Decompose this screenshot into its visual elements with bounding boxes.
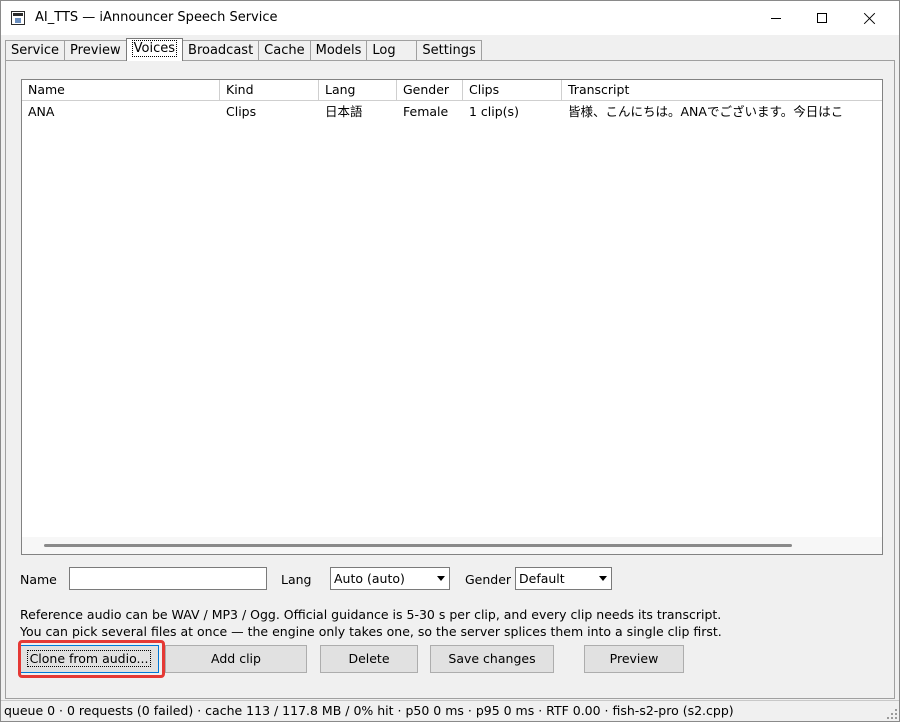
title-bar[interactable]: AI_TTS — iAnnouncer Speech Service <box>1 1 899 35</box>
gender-label: Gender <box>465 572 512 587</box>
column-header-transcript[interactable]: Transcript <box>562 80 882 100</box>
gender-select[interactable]: Default <box>515 567 612 590</box>
main-window: AI_TTS — iAnnouncer Speech Service Servi… <box>0 0 900 722</box>
app-window-icon <box>11 11 25 25</box>
tab-log[interactable]: Log <box>366 40 418 61</box>
chevron-down-icon <box>436 576 445 581</box>
tab-cache[interactable]: Cache <box>258 40 311 61</box>
chevron-down-icon <box>598 576 607 581</box>
status-bar: queue 0 · 0 requests (0 failed) · cache … <box>1 700 899 721</box>
window-title: AI_TTS — iAnnouncer Speech Service <box>35 10 278 25</box>
info-text-line2: You can pick several files at once — the… <box>20 624 722 639</box>
lang-select[interactable]: Auto (auto) <box>330 567 450 590</box>
maximize-button[interactable] <box>799 1 845 35</box>
resize-grip-icon[interactable] <box>885 707 897 719</box>
voice-gender-cell: Female <box>403 104 449 119</box>
tab-broadcast[interactable]: Broadcast <box>182 40 260 61</box>
info-text-line1: Reference audio can be WAV / MP3 / Ogg. … <box>20 607 722 622</box>
name-input[interactable] <box>69 567 267 590</box>
tab-voices[interactable]: Voices <box>125 38 184 61</box>
clone-from-audio-button[interactable]: Clone from audio... <box>19 645 159 673</box>
horizontal-scrollbar[interactable] <box>22 537 882 554</box>
save-changes-button[interactable]: Save changes <box>430 645 554 673</box>
close-icon <box>864 12 876 24</box>
tab-settings[interactable]: Settings <box>416 40 482 61</box>
lang-label: Lang <box>281 572 312 587</box>
tab-preview[interactable]: Preview <box>64 40 127 61</box>
preview-button[interactable]: Preview <box>584 645 684 673</box>
scrollbar-thumb[interactable] <box>44 544 792 547</box>
tab-models[interactable]: Models <box>309 40 368 61</box>
voice-clips-cell: 1 clip(s) <box>469 104 519 119</box>
add-clip-button[interactable]: Add clip <box>165 645 307 673</box>
list-header: Name Kind Lang Gender Clips Transcript <box>22 80 882 101</box>
voices-list[interactable]: Name Kind Lang Gender Clips Transcript A… <box>21 79 883 555</box>
name-label: Name <box>20 572 57 587</box>
tab-bar: Service Preview Voices Broadcast Cache M… <box>5 38 482 61</box>
gender-dropdown-arrow[interactable] <box>594 568 611 589</box>
lang-dropdown-arrow[interactable] <box>432 568 449 589</box>
column-header-clips[interactable]: Clips <box>463 80 562 100</box>
column-header-name[interactable]: Name <box>22 80 220 100</box>
column-header-kind[interactable]: Kind <box>220 80 319 100</box>
voice-transcript-cell: 皆様、こんにちは。ANAでございます。今日はこ <box>568 104 844 119</box>
maximize-icon <box>817 13 827 23</box>
lang-select-value: Auto (auto) <box>334 571 405 586</box>
voice-kind-cell: Clips <box>226 104 257 119</box>
column-header-gender[interactable]: Gender <box>397 80 463 100</box>
gender-select-value: Default <box>519 571 565 586</box>
minimize-button[interactable] <box>753 1 799 35</box>
list-item[interactable]: ANA Clips 日本語 Female 1 clip(s) 皆様、こんにちは。… <box>22 102 882 122</box>
minimize-icon <box>771 17 781 19</box>
delete-button[interactable]: Delete <box>320 645 418 673</box>
voices-panel: Name Kind Lang Gender Clips Transcript A… <box>5 60 895 699</box>
voice-name-cell: ANA <box>28 104 55 119</box>
close-button[interactable] <box>847 1 893 35</box>
voice-lang-cell: 日本語 <box>325 104 363 119</box>
column-header-lang[interactable]: Lang <box>319 80 397 100</box>
status-text: queue 0 · 0 requests (0 failed) · cache … <box>4 703 734 718</box>
tab-service[interactable]: Service <box>5 40 66 61</box>
